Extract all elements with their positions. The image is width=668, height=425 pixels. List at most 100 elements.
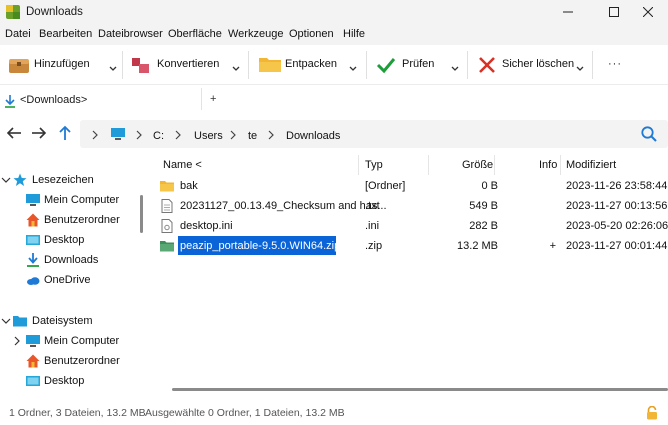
extract-dropdown-icon[interactable] <box>348 64 358 74</box>
status-bar: 1 Ordner, 3 Dateien, 13.2 MB Ausgewählte… <box>0 401 668 425</box>
horizontal-scrollbar[interactable] <box>172 388 668 391</box>
address-bar[interactable]: C: Users te Downloads <box>80 120 668 148</box>
computer-icon <box>111 128 125 140</box>
sidebar-item-bookmark-downloads[interactable]: Downloads <box>0 250 148 270</box>
add-tab-button[interactable]: + <box>210 93 216 105</box>
folder-icon <box>13 316 27 327</box>
convert-button[interactable]: Konvertieren <box>130 53 230 77</box>
chevron-down-icon[interactable] <box>1 175 11 185</box>
toolbar: Hinzufügen Konvertieren Entpacken Prüfen… <box>0 45 668 85</box>
chevron-right-icon <box>92 130 98 140</box>
search-icon[interactable] <box>640 125 658 143</box>
file-type: .zip <box>365 240 383 252</box>
sidebar-item-bookmark-computer[interactable]: Mein Computer <box>0 190 148 210</box>
column-separator[interactable] <box>358 155 359 175</box>
sidebar-label-filesystem: Dateisystem <box>32 315 93 327</box>
table-row[interactable]: desktop.ini .ini 282 B 2023-05-20 02:26:… <box>160 216 668 236</box>
breadcrumb-users[interactable]: Users <box>194 130 223 142</box>
menu-oberflaeche[interactable]: Oberfläche <box>168 28 222 40</box>
menu-dateibrowser[interactable]: Dateibrowser <box>98 28 163 40</box>
table-row[interactable]: bak [Ordner] 0 B 2023-11-26 23:58:44 <box>160 176 668 196</box>
column-header-name[interactable]: Name < <box>163 159 202 171</box>
toolbar-separator <box>122 51 123 79</box>
file-modified: 2023-11-27 00:13:56 <box>566 200 668 212</box>
column-header-type[interactable]: Typ <box>365 159 383 171</box>
add-button[interactable]: Hinzufügen <box>8 53 116 77</box>
sidebar-item-fs-desktop[interactable]: Desktop <box>0 371 148 391</box>
home-icon <box>26 354 40 368</box>
menu-werkzeuge[interactable]: Werkzeuge <box>228 28 283 40</box>
minimize-icon <box>563 11 573 13</box>
file-list: Name < Typ Größe Info Modifiziert bak [O… <box>150 155 668 398</box>
sidebar-section-filesystem[interactable]: Dateisystem <box>0 311 148 331</box>
peazip-app-icon <box>6 5 20 19</box>
chevron-right-icon[interactable] <box>12 336 22 346</box>
column-header-info[interactable]: Info <box>539 159 557 171</box>
menu-datei[interactable]: Datei <box>5 28 31 40</box>
add-label: Hinzufügen <box>34 58 90 70</box>
back-arrow-icon[interactable] <box>5 124 23 142</box>
close-button[interactable] <box>628 0 668 25</box>
breadcrumb-drive[interactable]: C: <box>153 130 164 142</box>
extract-button[interactable]: Entpacken <box>258 53 348 77</box>
chevron-down-icon[interactable] <box>1 316 11 326</box>
test-dropdown-icon[interactable] <box>450 64 460 74</box>
sidebar-item-bookmark-desktop[interactable]: Desktop <box>0 230 148 250</box>
file-name: bak <box>180 180 198 192</box>
secure-delete-dropdown-icon[interactable] <box>575 64 585 74</box>
menu-hilfe[interactable]: Hilfe <box>343 28 365 40</box>
sidebar-item-fs-computer[interactable]: Mein Computer <box>0 331 148 351</box>
text-file-icon <box>161 199 173 213</box>
table-row-selected[interactable]: peazip_portable-9.5.0.WIN64.zip .zip 13.… <box>160 236 668 256</box>
toolbar-separator <box>248 51 249 79</box>
file-modified: 2023-05-20 02:26:06 <box>566 220 668 232</box>
toolbar-separator <box>592 51 593 79</box>
convert-dropdown-icon[interactable] <box>231 64 241 74</box>
sidebar-section-bookmarks[interactable]: Lesezeichen <box>0 170 148 190</box>
home-icon <box>26 213 40 227</box>
star-icon <box>13 173 27 186</box>
file-type: .txt <box>365 200 380 212</box>
column-separator[interactable] <box>428 155 429 175</box>
archive-icon <box>160 241 174 252</box>
menu-bearbeiten[interactable]: Bearbeiten <box>39 28 92 40</box>
table-row[interactable]: 20231127_00.13.49_Checksum and has... .t… <box>160 196 668 216</box>
column-separator[interactable] <box>494 155 495 175</box>
lock-icon[interactable] <box>645 406 659 420</box>
tab-downloads[interactable]: <Downloads> <box>0 89 200 115</box>
up-arrow-icon[interactable] <box>56 124 74 142</box>
test-button[interactable]: Prüfen <box>376 53 446 77</box>
window-title: Downloads <box>26 6 83 18</box>
add-dropdown-icon[interactable] <box>108 64 118 74</box>
computer-icon <box>26 194 40 206</box>
column-header-row: Name < Typ Größe Info Modifiziert <box>150 155 668 175</box>
status-selection: Ausgewählte 0 Ordner, 1 Dateien, 13.2 MB <box>145 407 345 419</box>
file-modified: 2023-11-26 23:58:44 <box>566 180 668 192</box>
secure-delete-button[interactable]: Sicher löschen <box>478 53 578 77</box>
column-header-size[interactable]: Größe <box>462 159 493 171</box>
chevron-right-icon <box>136 130 142 140</box>
sidebar-item-fs-home[interactable]: Benutzerordner <box>0 351 148 371</box>
extract-folder-icon <box>259 58 281 72</box>
sidebar-item-bookmark-onedrive[interactable]: OneDrive <box>0 270 148 290</box>
sidebar-scrollbar[interactable] <box>140 195 143 233</box>
column-header-modified[interactable]: Modifiziert <box>566 159 616 171</box>
forward-arrow-icon[interactable] <box>30 124 48 142</box>
title-bar: Downloads <box>0 0 668 25</box>
toolbar-separator <box>366 51 367 79</box>
breadcrumb-downloads[interactable]: Downloads <box>286 130 340 142</box>
extract-label: Entpacken <box>285 58 337 70</box>
sidebar-item-label: Desktop <box>44 234 85 246</box>
breadcrumb-te[interactable]: te <box>248 130 257 142</box>
menu-optionen[interactable]: Optionen <box>289 28 334 40</box>
column-separator[interactable] <box>560 155 561 175</box>
file-type: .ini <box>365 220 380 232</box>
more-options-icon[interactable]: ··· <box>608 58 622 70</box>
minimize-button[interactable] <box>548 0 588 25</box>
convert-icon <box>132 58 149 73</box>
delete-x-icon <box>479 57 495 73</box>
sidebar-item-bookmark-home[interactable]: Benutzerordner <box>0 210 148 230</box>
checkmark-icon <box>376 58 396 74</box>
sidebar-item-label: Mein Computer <box>44 335 120 347</box>
maximize-icon <box>609 7 619 17</box>
